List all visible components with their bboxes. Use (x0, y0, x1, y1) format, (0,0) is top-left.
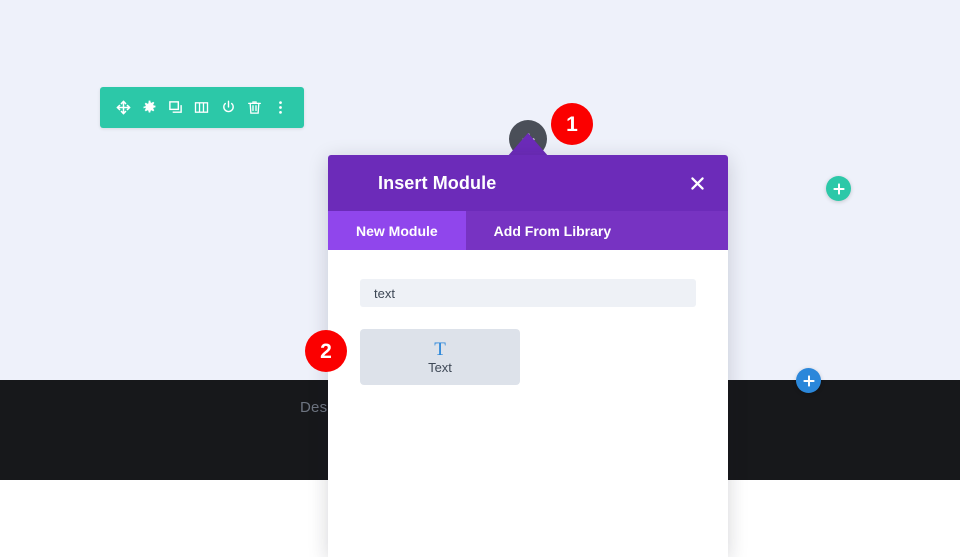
module-card-text[interactable]: T Text (360, 329, 520, 385)
tab-new-module[interactable]: New Module (328, 211, 466, 250)
search-input[interactable] (360, 279, 696, 307)
columns-icon[interactable] (191, 97, 213, 119)
modal-tabs: New Module Add From Library (328, 211, 728, 250)
modal-pointer (507, 133, 549, 157)
step-badge-2: 2 (305, 330, 347, 372)
step-badge-1: 1 (551, 103, 593, 145)
close-icon[interactable] (686, 172, 708, 194)
section-toolbar[interactable] (100, 87, 304, 128)
gear-icon[interactable] (138, 97, 160, 119)
add-module-button[interactable] (796, 368, 821, 393)
modal-body: T Text (328, 250, 728, 557)
trash-icon[interactable] (244, 97, 266, 119)
add-row-button[interactable] (826, 176, 851, 201)
modal-header: Insert Module (328, 155, 728, 211)
tab-add-from-library[interactable]: Add From Library (466, 211, 639, 250)
insert-module-modal: Insert Module New Module Add From Librar… (328, 155, 728, 557)
module-card-label: Text (428, 359, 452, 375)
dark-section-label: Des (300, 399, 328, 416)
duplicate-icon[interactable] (165, 97, 187, 119)
text-module-icon: T (434, 338, 446, 360)
module-grid: T Text (360, 329, 696, 385)
modal-title: Insert Module (378, 172, 497, 193)
power-icon[interactable] (217, 97, 239, 119)
move-icon[interactable] (112, 97, 134, 119)
more-options-icon[interactable] (270, 97, 292, 119)
